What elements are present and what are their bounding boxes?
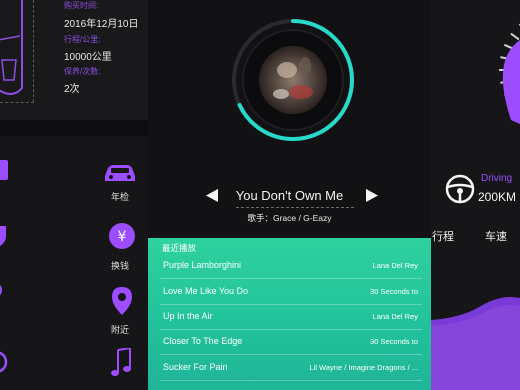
car-outline-icon bbox=[0, 0, 23, 95]
document-icon[interactable] bbox=[0, 160, 10, 182]
tab-trip[interactable]: 行程 bbox=[432, 228, 454, 244]
svg-text:¥: ¥ bbox=[118, 229, 127, 245]
gauge-tick bbox=[510, 32, 520, 41]
purchase-value: 2016年12月10日 bbox=[64, 19, 139, 30]
location-pin-icon[interactable] bbox=[110, 286, 134, 316]
playlist-item[interactable]: Sucker For Pain Lil Wayne / Imagine Drag… bbox=[160, 355, 422, 381]
artist-label: 歌手：Grace / G-Eazy bbox=[247, 213, 332, 223]
album-art bbox=[259, 46, 327, 114]
divider bbox=[33, 0, 34, 102]
track-artist: 30 Seconds to bbox=[370, 337, 418, 346]
car-icon[interactable] bbox=[102, 162, 138, 184]
steering-icon[interactable] bbox=[0, 350, 10, 374]
annual-inspection-label: 年检 bbox=[110, 192, 129, 202]
track-title: Up In the Air bbox=[163, 311, 213, 321]
yen-icon[interactable]: ¥ bbox=[108, 222, 136, 250]
track-artist: Lil Wayne / Imagine Dragons / ... bbox=[309, 363, 418, 372]
nearby-label: 附近 bbox=[110, 325, 129, 335]
track-artist: Lana Del Rey bbox=[372, 261, 418, 270]
track-title: Purple Lamborghini bbox=[163, 260, 242, 270]
driving-mode: Driving bbox=[481, 173, 513, 184]
vehicle-info-card: 购买时间: 2016年12月10日 行程/公里: 10000公里 保养/次数: … bbox=[0, 0, 148, 120]
maintenance-label: 保养/次数: bbox=[64, 67, 101, 76]
mileage-label: 行程/公里: bbox=[64, 35, 101, 44]
divider bbox=[0, 102, 34, 103]
recent-playlist: 最近播放 Purple Lamborghini Lana Del Rey Lov… bbox=[148, 238, 431, 390]
playlist-item[interactable]: Closer To The Edge 30 Seconds to bbox=[160, 329, 422, 355]
track-title: Love Me Like You Do bbox=[163, 286, 249, 296]
progress-ring[interactable] bbox=[229, 16, 357, 144]
song-title: You Don't Own Me bbox=[235, 188, 344, 203]
tab-speed[interactable]: 车速 bbox=[485, 228, 507, 244]
trip-area-chart bbox=[431, 297, 520, 390]
speed-gauge bbox=[499, 23, 520, 124]
purchase-label: 购买时间: bbox=[64, 1, 99, 10]
playlist-item[interactable]: Love Me Like You Do 30 Seconds to bbox=[160, 279, 422, 305]
range-value: 200KM bbox=[478, 190, 517, 204]
music-note-icon[interactable] bbox=[110, 348, 132, 378]
playlist-item[interactable]: Purple Lamborghini Lana Del Rey bbox=[160, 253, 422, 279]
vehicle-panel: 购买时间: 2016年12月10日 行程/公里: 10000公里 保养/次数: … bbox=[0, 0, 148, 390]
mileage-value: 10000公里 bbox=[64, 52, 112, 63]
track-title: Sucker For Pain bbox=[163, 362, 228, 372]
shield-icon[interactable] bbox=[0, 226, 8, 248]
driving-dashboard: Driving 200KM 行程 车速 bbox=[431, 0, 520, 390]
pin-icon[interactable] bbox=[0, 282, 8, 302]
playlist-item[interactable]: Up In the Air Lana Del Rey bbox=[160, 304, 422, 330]
divider bbox=[236, 207, 354, 208]
exchange-label: 换钱 bbox=[110, 261, 129, 271]
steering-wheel-icon bbox=[445, 174, 475, 204]
music-player: You Don't Own Me 歌手：Grace / G-Eazy 最近播放 … bbox=[148, 0, 431, 390]
maintenance-value: 2次 bbox=[64, 84, 80, 95]
track-artist: 30 Seconds to bbox=[370, 287, 418, 296]
divider bbox=[0, 120, 148, 136]
track-artist: Lana Del Rey bbox=[372, 312, 418, 321]
track-title: Closer To The Edge bbox=[163, 336, 243, 346]
